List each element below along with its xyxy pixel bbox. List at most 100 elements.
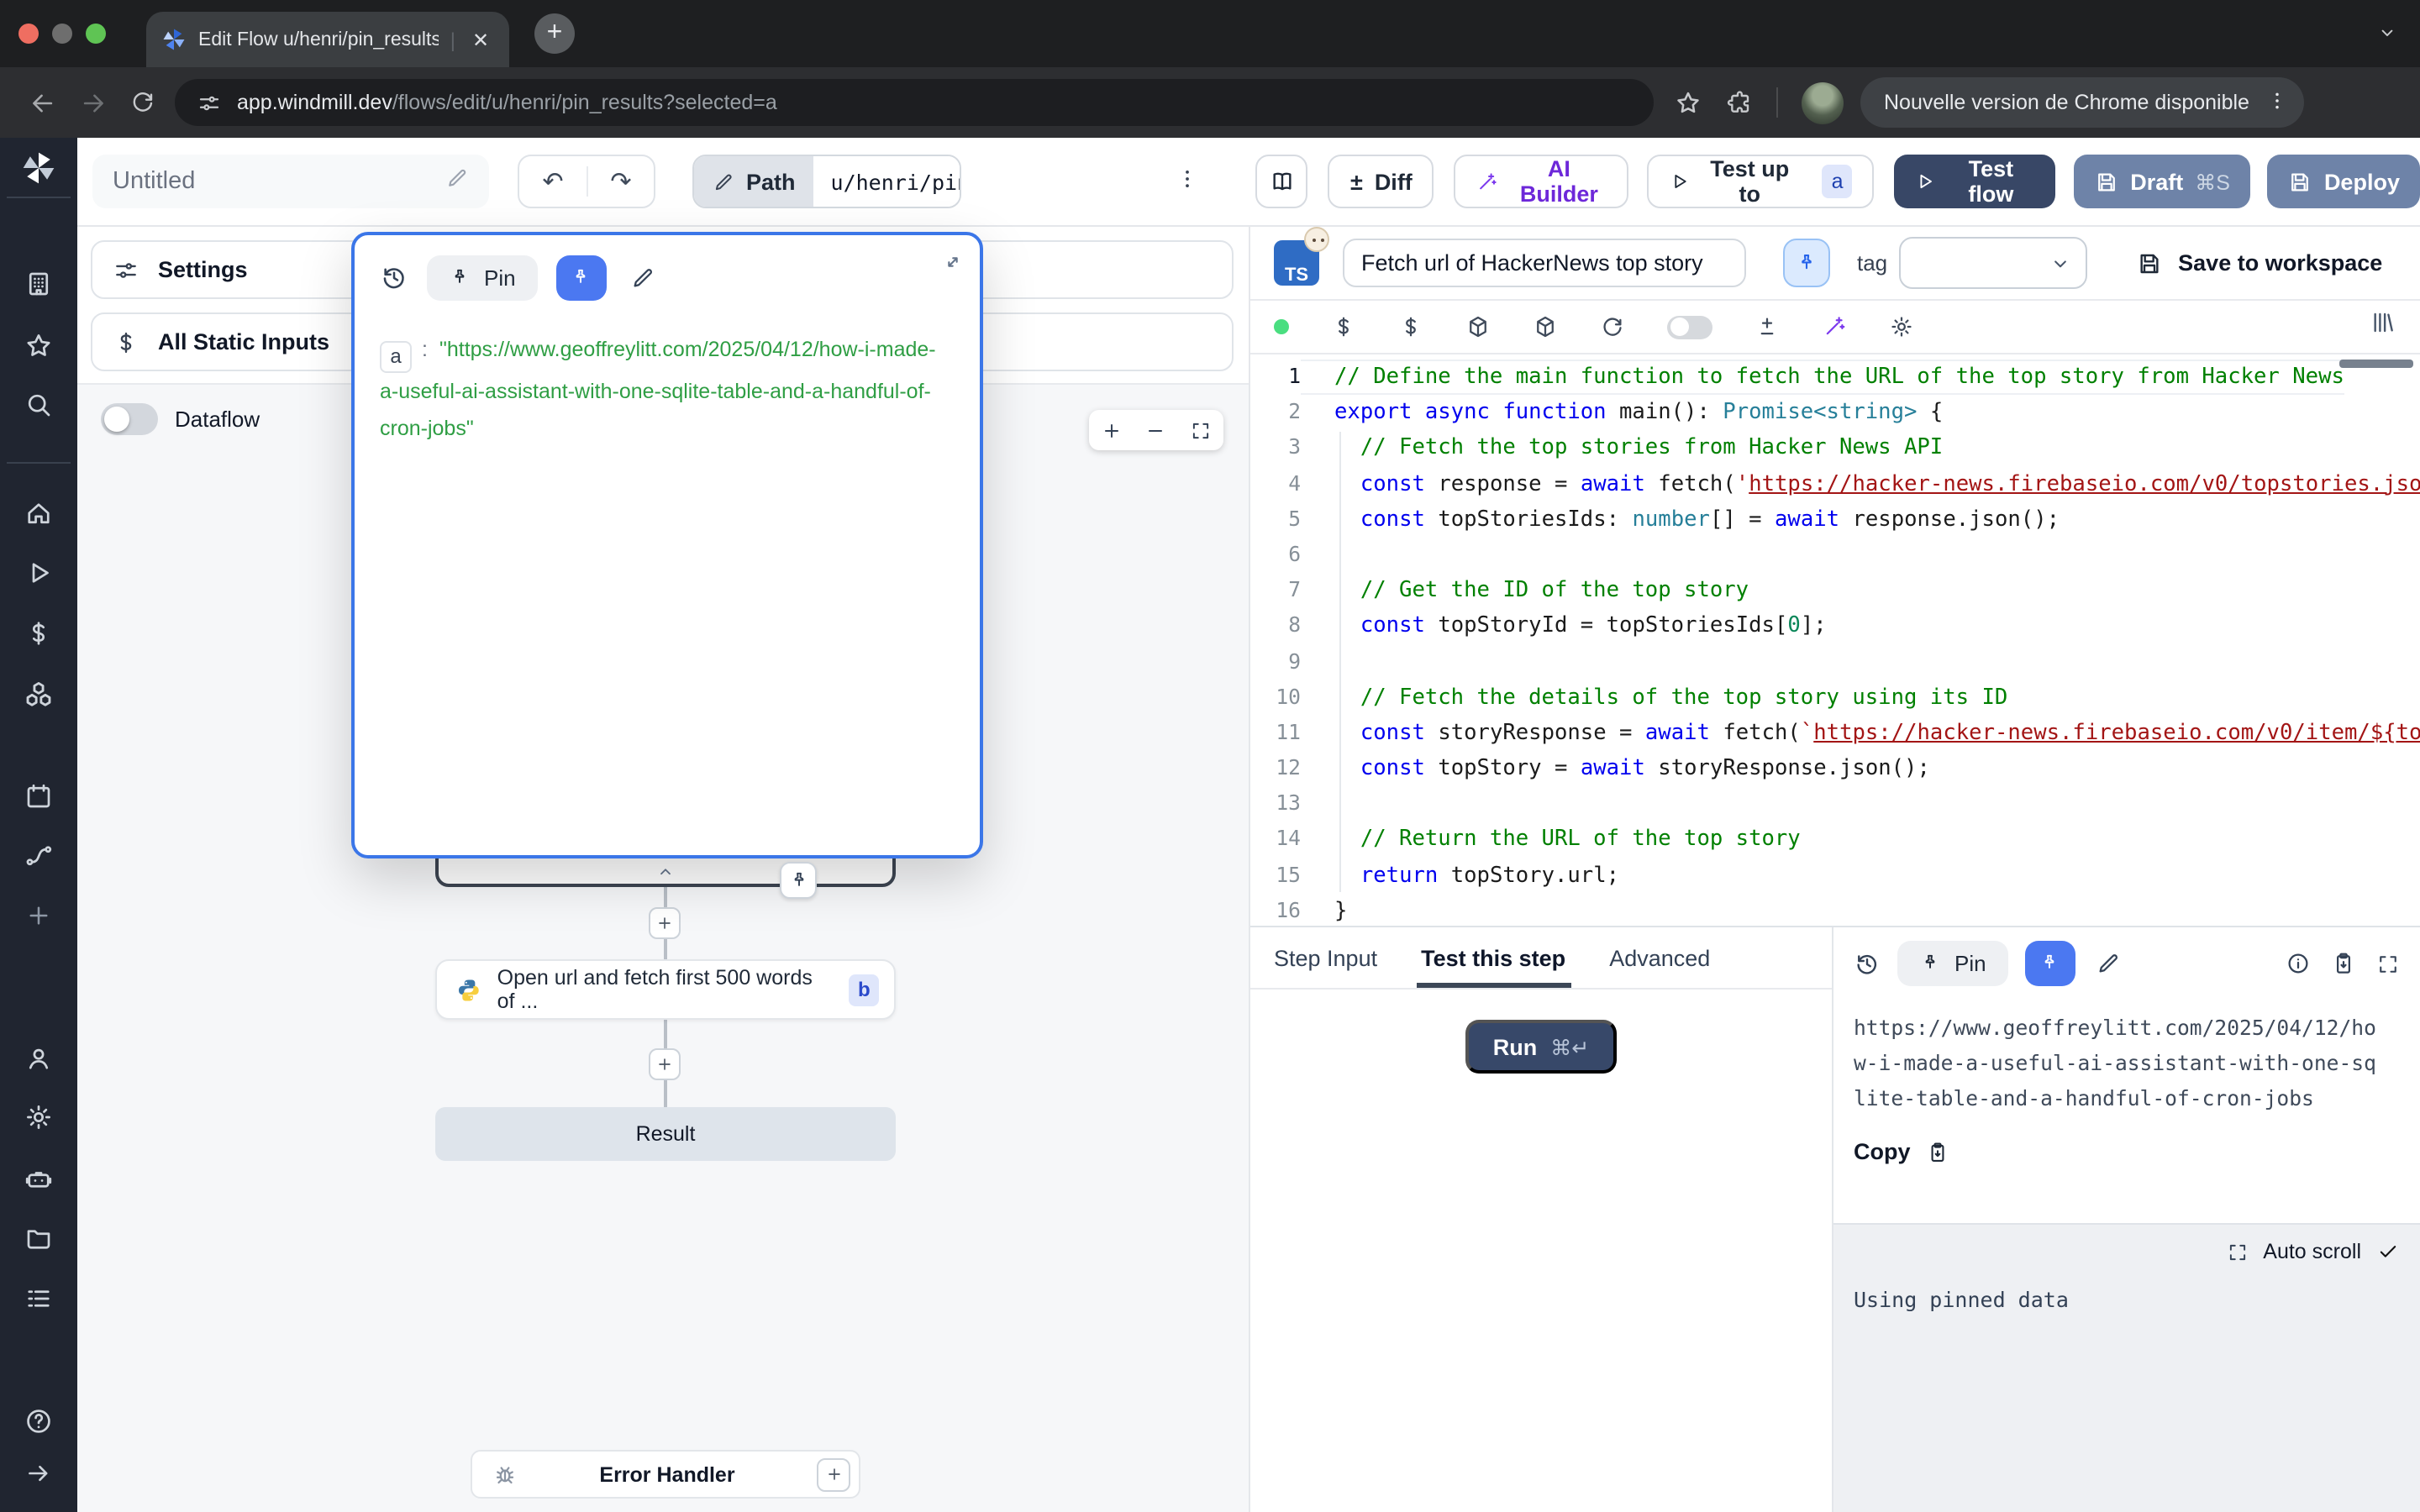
code-line[interactable]: 3 // Fetch the top stories from Hacker N… (1250, 431, 2420, 466)
code-line[interactable]: 1// Define the main function to fetch th… (1250, 360, 2420, 395)
test-flow-button[interactable]: Test flow (1894, 155, 2054, 208)
code-line[interactable]: 6 (1250, 538, 2420, 573)
sidebar-add-plus-icon[interactable] (24, 901, 53, 930)
edit-pin-pencil-icon[interactable] (630, 265, 655, 291)
reload-icon[interactable] (1600, 314, 1625, 339)
back-button[interactable] (17, 88, 67, 117)
path-control[interactable]: Path u/henri/pin (692, 155, 962, 208)
sidebar-help-icon[interactable] (24, 1406, 54, 1436)
save-to-workspace-button[interactable]: Save to workspace (2136, 249, 2382, 276)
code-line[interactable]: 8 const topStoryId = topStoriesIds[0]; (1250, 609, 2420, 644)
sidebar-item-resources-cubes-icon[interactable] (23, 680, 55, 711)
copy-result-button[interactable]: Copy (1833, 1117, 2420, 1164)
resources-dollar-icon[interactable] (1398, 314, 1423, 339)
diff-plus-minus-icon[interactable] (1754, 314, 1780, 339)
sidebar-item-folders-icon[interactable] (24, 1223, 54, 1253)
redo-button[interactable]: ↷ (587, 166, 654, 197)
sidebar-item-workers-robot-icon[interactable] (24, 1164, 54, 1194)
package-icon[interactable] (1465, 314, 1491, 339)
fullscreen-icon[interactable] (2376, 952, 2400, 975)
sidebar-item-home-icon[interactable] (24, 499, 54, 529)
browser-menu-kebab-icon[interactable] (2266, 88, 2290, 117)
pin-tab-button[interactable]: Pin (427, 255, 538, 301)
insert-step-button[interactable] (649, 907, 681, 939)
more-options-kebab-icon[interactable] (1176, 165, 1201, 197)
edit-result-pencil-icon[interactable] (2096, 951, 2121, 976)
draft-save-button[interactable]: Draft ⌘S (2073, 155, 2250, 208)
package-icon[interactable] (1533, 314, 1558, 339)
sidebar-item-account-user-icon[interactable] (24, 1043, 54, 1074)
code-editor[interactable]: 1// Define the main function to fetch th… (1250, 354, 2420, 926)
extensions-icon[interactable] (1726, 89, 1753, 116)
browser-tab[interactable]: Edit Flow u/henri/pin_results | ✕ (146, 12, 509, 67)
test-up-to-step-badge[interactable]: a (1823, 165, 1853, 198)
tab-advanced[interactable]: Advanced (1609, 927, 1710, 988)
flow-result-node[interactable]: Result (435, 1107, 896, 1161)
code-line[interactable]: 13 (1250, 787, 2420, 822)
code-line[interactable]: 4 const response = await fetch('https://… (1250, 466, 2420, 501)
sidebar-item-audit-logs-list-icon[interactable] (24, 1284, 54, 1314)
code-line[interactable]: 9 (1250, 644, 2420, 680)
close-window-button[interactable] (18, 24, 39, 44)
ai-wand-icon[interactable] (1822, 314, 1847, 339)
code-line[interactable]: 2export async function main(): Promise<s… (1250, 395, 2420, 430)
result-pin-active-button[interactable] (2025, 941, 2075, 986)
node-a-pin-badge[interactable] (780, 862, 817, 899)
code-line[interactable]: 16} (1250, 894, 2420, 926)
step-name-input[interactable]: Fetch url of HackerNews top story (1343, 239, 1746, 287)
sidebar-item-search-icon[interactable] (24, 390, 54, 420)
undo-button[interactable]: ↶ (519, 166, 587, 197)
forward-button[interactable] (67, 88, 118, 117)
fit-view-icon[interactable] (1190, 419, 1212, 441)
tab-step-input[interactable]: Step Input (1274, 927, 1377, 988)
tab-test-this-step[interactable]: Test this step (1421, 927, 1565, 988)
new-tab-button[interactable]: + (534, 13, 575, 54)
ai-builder-button[interactable]: AI Builder (1455, 155, 1629, 208)
flow-name-input[interactable]: Untitled (92, 155, 489, 208)
insert-step-button[interactable] (649, 1048, 681, 1080)
address-bar[interactable]: app.windmill.dev/flows/edit/u/henri/pin_… (175, 79, 1654, 126)
result-value[interactable]: https://www.geoffreylitt.com/2025/04/12/… (1833, 996, 2408, 1117)
dataflow-toggle[interactable] (101, 403, 158, 435)
bookmark-star-icon[interactable] (1674, 88, 1702, 117)
horizontal-scrollbar-thumb[interactable] (2339, 360, 2413, 368)
sidebar-item-flows-route-icon[interactable] (24, 840, 54, 870)
tag-select[interactable] (1899, 237, 2087, 289)
pinned-input-json[interactable]: a:"https://www.geoffreylitt.com/2025/04/… (355, 301, 980, 449)
code-line[interactable]: 11 const storyResponse = await fetch(`ht… (1250, 716, 2420, 751)
code-line[interactable]: 5 const topStoriesIds: number[] = await … (1250, 502, 2420, 538)
code-line[interactable]: 7 // Get the ID of the top story (1250, 573, 2420, 608)
run-button[interactable]: Run ⌘↵ (1465, 1020, 1617, 1074)
zoom-out-icon[interactable] (1145, 419, 1167, 441)
variables-dollar-icon[interactable] (1331, 314, 1356, 339)
sidebar-item-settings-gear-icon[interactable] (24, 1102, 54, 1132)
auto-scroll-control[interactable]: Auto scroll (2226, 1240, 2400, 1263)
error-handler-node[interactable]: Error Handler (471, 1450, 860, 1499)
diff-button[interactable]: ± Diff (1328, 155, 1434, 208)
code-line[interactable]: 15 return topStory.url; (1250, 858, 2420, 893)
info-icon[interactable] (2286, 951, 2311, 976)
flow-node-b-python-step[interactable]: Open url and fetch first 500 words of ..… (435, 959, 896, 1020)
deploy-button[interactable]: Deploy (2267, 155, 2420, 208)
editor-settings-gear-icon[interactable] (1889, 314, 1914, 339)
profile-avatar[interactable] (1802, 81, 1844, 123)
sidebar-item-workspace-buildings[interactable] (24, 269, 54, 299)
sidebar-item-runs-play-icon[interactable] (24, 558, 54, 588)
docs-book-button[interactable] (1256, 155, 1308, 208)
code-line[interactable]: 14 // Return the URL of the top story (1250, 822, 2420, 858)
tab-close-icon[interactable]: ✕ (467, 28, 494, 51)
history-icon[interactable] (380, 264, 408, 292)
sidebar-item-favorites-star[interactable] (24, 331, 54, 361)
pin-active-button[interactable] (556, 255, 607, 301)
chrome-update-button[interactable]: Nouvelle version de Chrome disponible (1860, 77, 2305, 128)
sidebar-item-schedules-calendar-icon[interactable] (24, 781, 54, 811)
step-pin-button[interactable] (1783, 239, 1830, 287)
minimize-window-button[interactable] (52, 24, 72, 44)
node-a-collapse-chevron-icon[interactable] (642, 860, 689, 882)
popup-expand-icon[interactable] (941, 250, 965, 282)
windmill-logo-icon[interactable] (20, 150, 57, 186)
test-up-to-button[interactable]: Test up to a (1648, 155, 1874, 208)
library-icon[interactable] (2370, 309, 2396, 344)
tab-search-chevron-icon[interactable] (2376, 22, 2398, 52)
history-icon[interactable] (1854, 950, 1881, 977)
